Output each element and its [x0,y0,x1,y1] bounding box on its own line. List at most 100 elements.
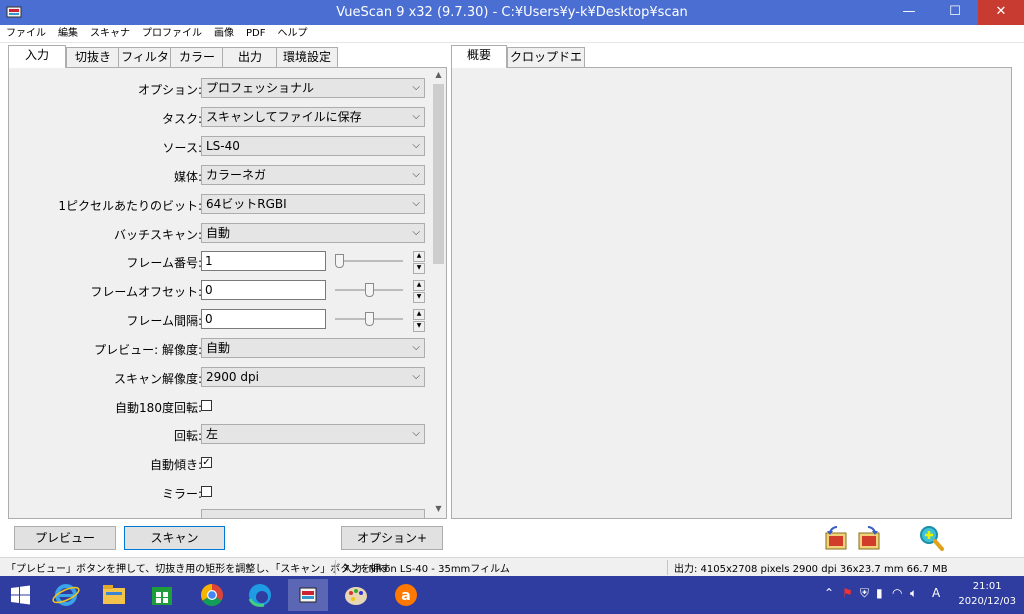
tab-input[interactable]: 入力 [8,45,66,68]
status-separator [667,560,668,575]
close-button[interactable]: ✕ [978,0,1024,25]
spin-down-icon[interactable]: ▼ [413,263,425,274]
batch-value: 自動 [206,226,231,240]
tab-summary[interactable]: 概要 [451,45,507,68]
internet-explorer-icon[interactable] [46,579,86,611]
frame-number-slider[interactable] [335,260,403,262]
source-select[interactable]: LS-40 ⌵ [201,136,425,156]
spin-down-icon[interactable]: ▼ [413,321,425,332]
settings-scrollbar[interactable]: ▲ ▼ [431,68,446,516]
frame-offset-spinner[interactable]: ▲ ▼ [413,280,425,303]
network-warning-icon[interactable]: ⚑ [842,586,853,600]
frame-number-slider-thumb[interactable] [335,254,344,268]
mirror-checkbox[interactable] [201,486,212,497]
tab-prefs[interactable]: 環境設定 [276,47,338,67]
menu-image[interactable]: 画像 [208,25,240,41]
preview-res-select[interactable]: 自動 ⌵ [201,338,425,358]
media-select[interactable]: カラーネガ ⌵ [201,165,425,185]
frame-spacing-spinner[interactable]: ▲ ▼ [413,309,425,332]
cut-off-select[interactable] [201,509,425,518]
rotate-left-icon[interactable] [823,524,849,552]
preview-button[interactable]: プレビュー [14,526,116,550]
bits-row: 1ピクセルあたりのビット: 64ビットRGBI ⌵ [9,194,429,216]
frame-number-input[interactable]: 1 [201,251,326,271]
zoom-in-icon[interactable] [918,524,944,552]
media-label: 媒体: [173,170,202,184]
scroll-up-icon[interactable]: ▲ [431,68,446,82]
tab-cropped-area[interactable]: クロップドエリア [507,47,585,83]
preview-res-value: 自動 [206,341,231,355]
menu-profile[interactable]: プロファイル [136,25,208,41]
scroll-down-icon[interactable]: ▼ [431,502,446,516]
menu-help[interactable]: ヘルプ [271,25,313,41]
mirror-label: ミラー: [161,487,202,501]
scan-res-row: スキャン解像度: 2900 dpi ⌵ [9,367,429,389]
tab-output[interactable]: 出力 [222,47,278,67]
batch-label: バッチスキャン: [113,228,202,242]
menu-file[interactable]: ファイル [0,25,52,41]
rotate-right-icon[interactable] [856,524,882,552]
option-value: プロフェッショナル [206,81,315,95]
tab-color[interactable]: カラー [170,47,224,67]
auto-rotate-checkbox[interactable] [201,400,212,411]
clock[interactable]: 21:01 2020/12/03 [958,579,1016,609]
maximize-button[interactable]: ☐ [932,0,978,25]
vuescan-taskbar-icon[interactable] [288,579,328,611]
chrome-icon[interactable] [192,579,232,611]
store-icon[interactable] [142,579,182,611]
scrollbar-thumb[interactable] [433,84,444,264]
paint-icon[interactable] [336,579,376,611]
status-bar: 「プレビュー」ボタンを押して、切抜き用の矩形を調整し、「スキャン」ボタンを押す … [0,557,1024,577]
file-explorer-icon[interactable] [94,579,134,611]
frame-offset-input[interactable]: 0 [201,280,326,300]
volume-icon[interactable]: 🔈︎ [910,586,917,601]
menu-edit[interactable]: 編集 [52,25,84,41]
status-separator [335,560,336,575]
batch-select[interactable]: 自動 ⌵ [201,223,425,243]
spin-up-icon[interactable]: ▲ [413,309,425,320]
task-select[interactable]: スキャンしてファイルに保存 ⌵ [201,107,425,127]
window-title: VueScan 9 x32 (9.7.30) - C:¥Users¥y-k¥De… [336,5,688,20]
rotate-value: 左 [206,427,219,441]
battery-icon[interactable]: ▮ [876,586,883,600]
option-select[interactable]: プロフェッショナル ⌵ [201,78,425,98]
chevron-down-icon: ⌵ [412,342,420,353]
mirror-row: ミラー: [9,482,429,504]
title-bar[interactable]: VueScan 9 x32 (9.7.30) - C:¥Users¥y-k¥De… [0,0,1024,25]
clock-time: 21:01 [972,581,1002,592]
frame-offset-slider-thumb[interactable] [364,283,374,297]
task-label: タスク: [161,112,202,126]
menu-scanner[interactable]: スキャナ [84,25,136,41]
auto-rotate-row: 自動180度回転: [9,396,429,418]
tab-crop[interactable]: 切抜き [66,47,120,67]
right-tab-strip: 概要 クロップドエリア [451,45,651,83]
preview-res-row: プレビュー: 解像度: 自動 ⌵ [9,338,429,360]
windows-start-icon[interactable] [0,579,40,611]
scan-button[interactable]: スキャン [124,526,225,550]
scan-res-select[interactable]: 2900 dpi ⌵ [201,367,425,387]
rotate-select[interactable]: 左 ⌵ [201,424,425,444]
minimize-button[interactable]: — [886,0,932,25]
wifi-icon[interactable]: ◠ [892,586,902,600]
frame-spacing-slider-thumb[interactable] [364,312,374,326]
bits-select[interactable]: 64ビットRGBI ⌵ [201,194,425,214]
auto-skew-checkbox[interactable]: ✓ [201,457,212,468]
menu-pdf[interactable]: PDF [240,25,271,41]
spin-up-icon[interactable]: ▲ [413,280,425,291]
frame-number-spinner[interactable]: ▲ ▼ [413,251,425,274]
auto-skew-row: 自動傾き: ✓ [9,453,429,475]
spin-up-icon[interactable]: ▲ [413,251,425,262]
frame-spacing-input[interactable]: 0 [201,309,326,329]
edge-icon[interactable] [240,579,280,611]
security-icon[interactable]: ⛨ [860,586,869,601]
option-row: オプション: プロフェッショナル ⌵ [9,78,429,100]
chevron-down-icon: ⌵ [412,169,420,180]
tray-chevron-icon[interactable]: ⌃ [824,586,834,600]
tab-filter[interactable]: フィルタ [118,47,172,67]
rotate-label: 回転: [173,429,202,443]
spin-down-icon[interactable]: ▼ [413,292,425,303]
ime-mode-indicator[interactable]: A [932,586,940,600]
preview-res-label: プレビュー: 解像度: [94,343,202,357]
avast-icon[interactable]: a [386,579,426,611]
options-plus-button[interactable]: オプション+ [341,526,443,550]
